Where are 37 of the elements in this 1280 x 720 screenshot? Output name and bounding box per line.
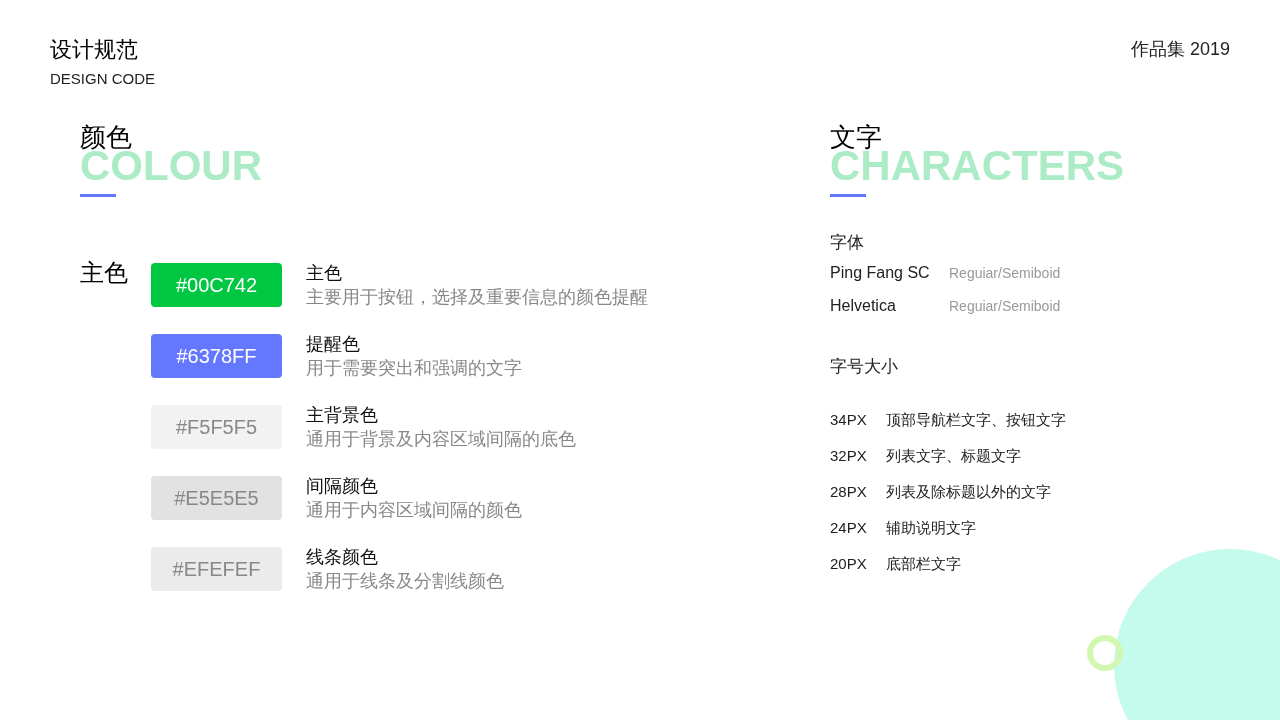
size-usage: 列表及除标题以外的文字	[886, 482, 1051, 502]
font-weights: Reguiar/Semiboid	[949, 264, 1061, 283]
color-description: 通用于背景及内容区域间隔的底色	[306, 428, 576, 451]
color-name: 提醒色	[306, 333, 361, 356]
title-underline	[80, 194, 116, 197]
size-usage: 辅助说明文字	[886, 518, 976, 538]
color-swatch: #E5E5E5	[151, 476, 282, 520]
subsection-title: 字号大小	[830, 356, 899, 378]
color-swatch: #00C742	[151, 263, 282, 307]
color-description: 用于需要突出和强调的文字	[306, 357, 522, 380]
font-size: 28PX	[830, 482, 868, 502]
font-weights: Reguiar/Semiboid	[949, 297, 1061, 316]
page-subtitle: DESIGN CODE	[50, 69, 155, 89]
subsection-title: 字体	[830, 232, 865, 254]
font-size: 32PX	[830, 446, 868, 466]
font-size: 20PX	[830, 554, 868, 574]
size-usage: 列表文字、标题文字	[886, 446, 1021, 466]
color-swatch: #EFEFEF	[151, 547, 282, 591]
group-label: 主色	[80, 259, 129, 288]
color-name: 间隔颜色	[306, 475, 379, 498]
color-description: 主要用于按钮，选择及重要信息的颜色提醒	[306, 286, 648, 309]
size-usage: 顶部导航栏文字、按钮文字	[886, 410, 1066, 430]
size-usage: 底部栏文字	[886, 554, 961, 574]
font-size: 24PX	[830, 518, 868, 538]
color-description: 通用于线条及分割线颜色	[306, 570, 504, 593]
color-name: 主色	[306, 262, 343, 285]
color-description: 通用于内容区域间隔的颜色	[306, 499, 522, 522]
portfolio-label: 作品集 2019	[1130, 38, 1230, 61]
font-name: Helvetica	[830, 296, 897, 316]
color-swatch: #6378FF	[151, 334, 282, 378]
font-size: 34PX	[830, 410, 868, 430]
color-name: 主背景色	[306, 404, 379, 427]
color-name: 线条颜色	[306, 546, 379, 569]
title-underline	[830, 194, 866, 197]
page-title: 设计规范	[50, 36, 139, 64]
font-name: Ping Fang SC	[830, 263, 931, 283]
color-swatch: #F5F5F5	[151, 405, 282, 449]
